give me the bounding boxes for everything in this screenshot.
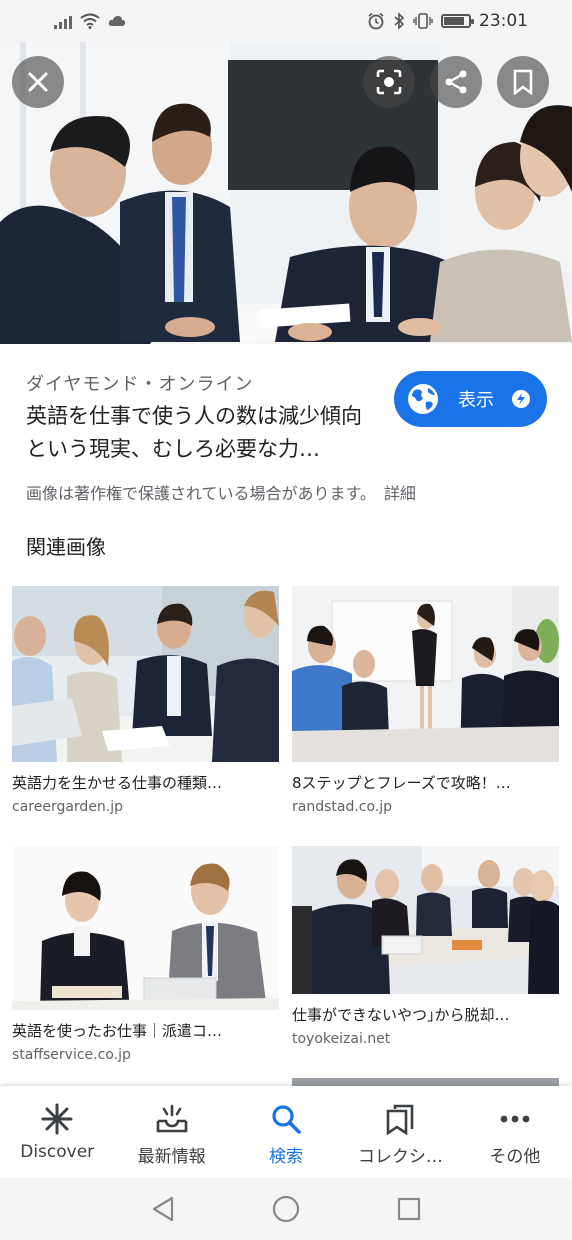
status-bar: 23:01	[0, 0, 572, 42]
close-icon	[28, 72, 48, 92]
recents-icon[interactable]	[396, 1196, 422, 1222]
asterisk-icon	[40, 1102, 74, 1136]
source-name: ダイヤモンド・オンライン	[26, 374, 254, 395]
system-nav	[0, 1178, 572, 1240]
back-icon[interactable]	[150, 1195, 176, 1223]
nav-label: コレクシ…	[357, 1147, 443, 1167]
view-button-label: 表示	[458, 390, 494, 411]
share-button[interactable]	[430, 56, 482, 108]
collections-icon	[383, 1102, 417, 1136]
related-title: 英語力を生かせる仕事の種類…	[12, 774, 223, 792]
vibrate-icon	[413, 13, 433, 29]
related-thumb-4	[292, 846, 559, 994]
globe-icon	[408, 384, 438, 414]
details-link[interactable]: 詳細	[384, 484, 416, 503]
hero-photo	[0, 42, 572, 344]
alarm-icon	[368, 12, 384, 30]
nav-label: Discover	[20, 1142, 95, 1162]
bookmark-icon	[513, 69, 533, 95]
bookmark-button[interactable]	[497, 56, 549, 108]
related-heading: 関連画像	[26, 535, 106, 559]
wifi-icon	[80, 13, 100, 29]
screen: 23:01 ダイヤモンド・オンライン 英語を仕事で使う人の数は減少傾向という現実…	[0, 0, 572, 1240]
related-domain: toyokeizai.net	[292, 1031, 391, 1047]
cloud-icon	[108, 16, 126, 26]
related-title: 仕事ができないやつ｣から脱却…	[292, 1006, 510, 1024]
amp-bolt-icon	[512, 390, 530, 408]
related-title: 8ステップとフレーズで攻略！…	[292, 774, 511, 792]
updates-icon	[155, 1102, 189, 1136]
related-domain: randstad.co.jp	[292, 799, 393, 815]
related-thumb-2	[292, 586, 559, 762]
copyright-text: 画像は著作権で保護されている場合があります。	[26, 484, 376, 503]
search-icon	[269, 1102, 303, 1136]
bottom-nav: Discover 最新情報 検索 コレクシ… その他	[0, 1086, 572, 1178]
nav-label: 検索	[269, 1147, 304, 1167]
related-card-2[interactable]: 8ステップとフレーズで攻略！… randstad.co.jp	[292, 586, 559, 815]
share-icon	[445, 70, 467, 94]
related-thumb-1	[12, 586, 279, 762]
nav-label: その他	[489, 1147, 541, 1167]
related-card-4[interactable]: 仕事ができないやつ｣から脱却… toyokeizai.net	[292, 846, 559, 1047]
nav-updates[interactable]: 最新情報	[114, 1086, 228, 1178]
status-left	[54, 13, 126, 29]
home-icon[interactable]	[272, 1195, 300, 1223]
status-right: 23:01	[367, 11, 528, 31]
related-domain: careergarden.jp	[12, 799, 124, 815]
related-thumb-3	[12, 846, 279, 1010]
article-title[interactable]: 英語を仕事で使う人の数は減少傾向という現実、むしろ必要な力…	[26, 400, 376, 466]
hero-image[interactable]	[0, 42, 572, 344]
related-card-3[interactable]: 英語を使ったお仕事｜派遣コ… staffservice.co.jp	[12, 846, 279, 1063]
lens-button[interactable]	[363, 56, 415, 108]
battery-icon	[441, 14, 474, 28]
nav-more[interactable]: その他	[458, 1086, 572, 1178]
nav-search[interactable]: 検索	[229, 1086, 343, 1178]
view-button[interactable]: 表示	[394, 371, 547, 427]
more-icon	[498, 1102, 532, 1136]
copyright-notice: 画像は著作権で保護されている場合があります。 詳細	[26, 480, 416, 504]
close-button[interactable]	[12, 56, 64, 108]
related-domain: staffservice.co.jp	[12, 1047, 131, 1063]
related-title: 英語を使ったお仕事｜派遣コ…	[12, 1022, 223, 1040]
bluetooth-icon	[394, 12, 405, 30]
nav-label: 最新情報	[137, 1147, 206, 1167]
clock: 23:01	[479, 11, 528, 31]
nav-discover[interactable]: Discover	[0, 1086, 114, 1178]
nav-collections[interactable]: コレクシ…	[343, 1086, 457, 1178]
signal-icon	[54, 14, 72, 29]
related-card-5-peek[interactable]	[292, 1078, 559, 1086]
lens-icon	[376, 69, 402, 95]
related-card-1[interactable]: 英語力を生かせる仕事の種類… careergarden.jp	[12, 586, 279, 815]
